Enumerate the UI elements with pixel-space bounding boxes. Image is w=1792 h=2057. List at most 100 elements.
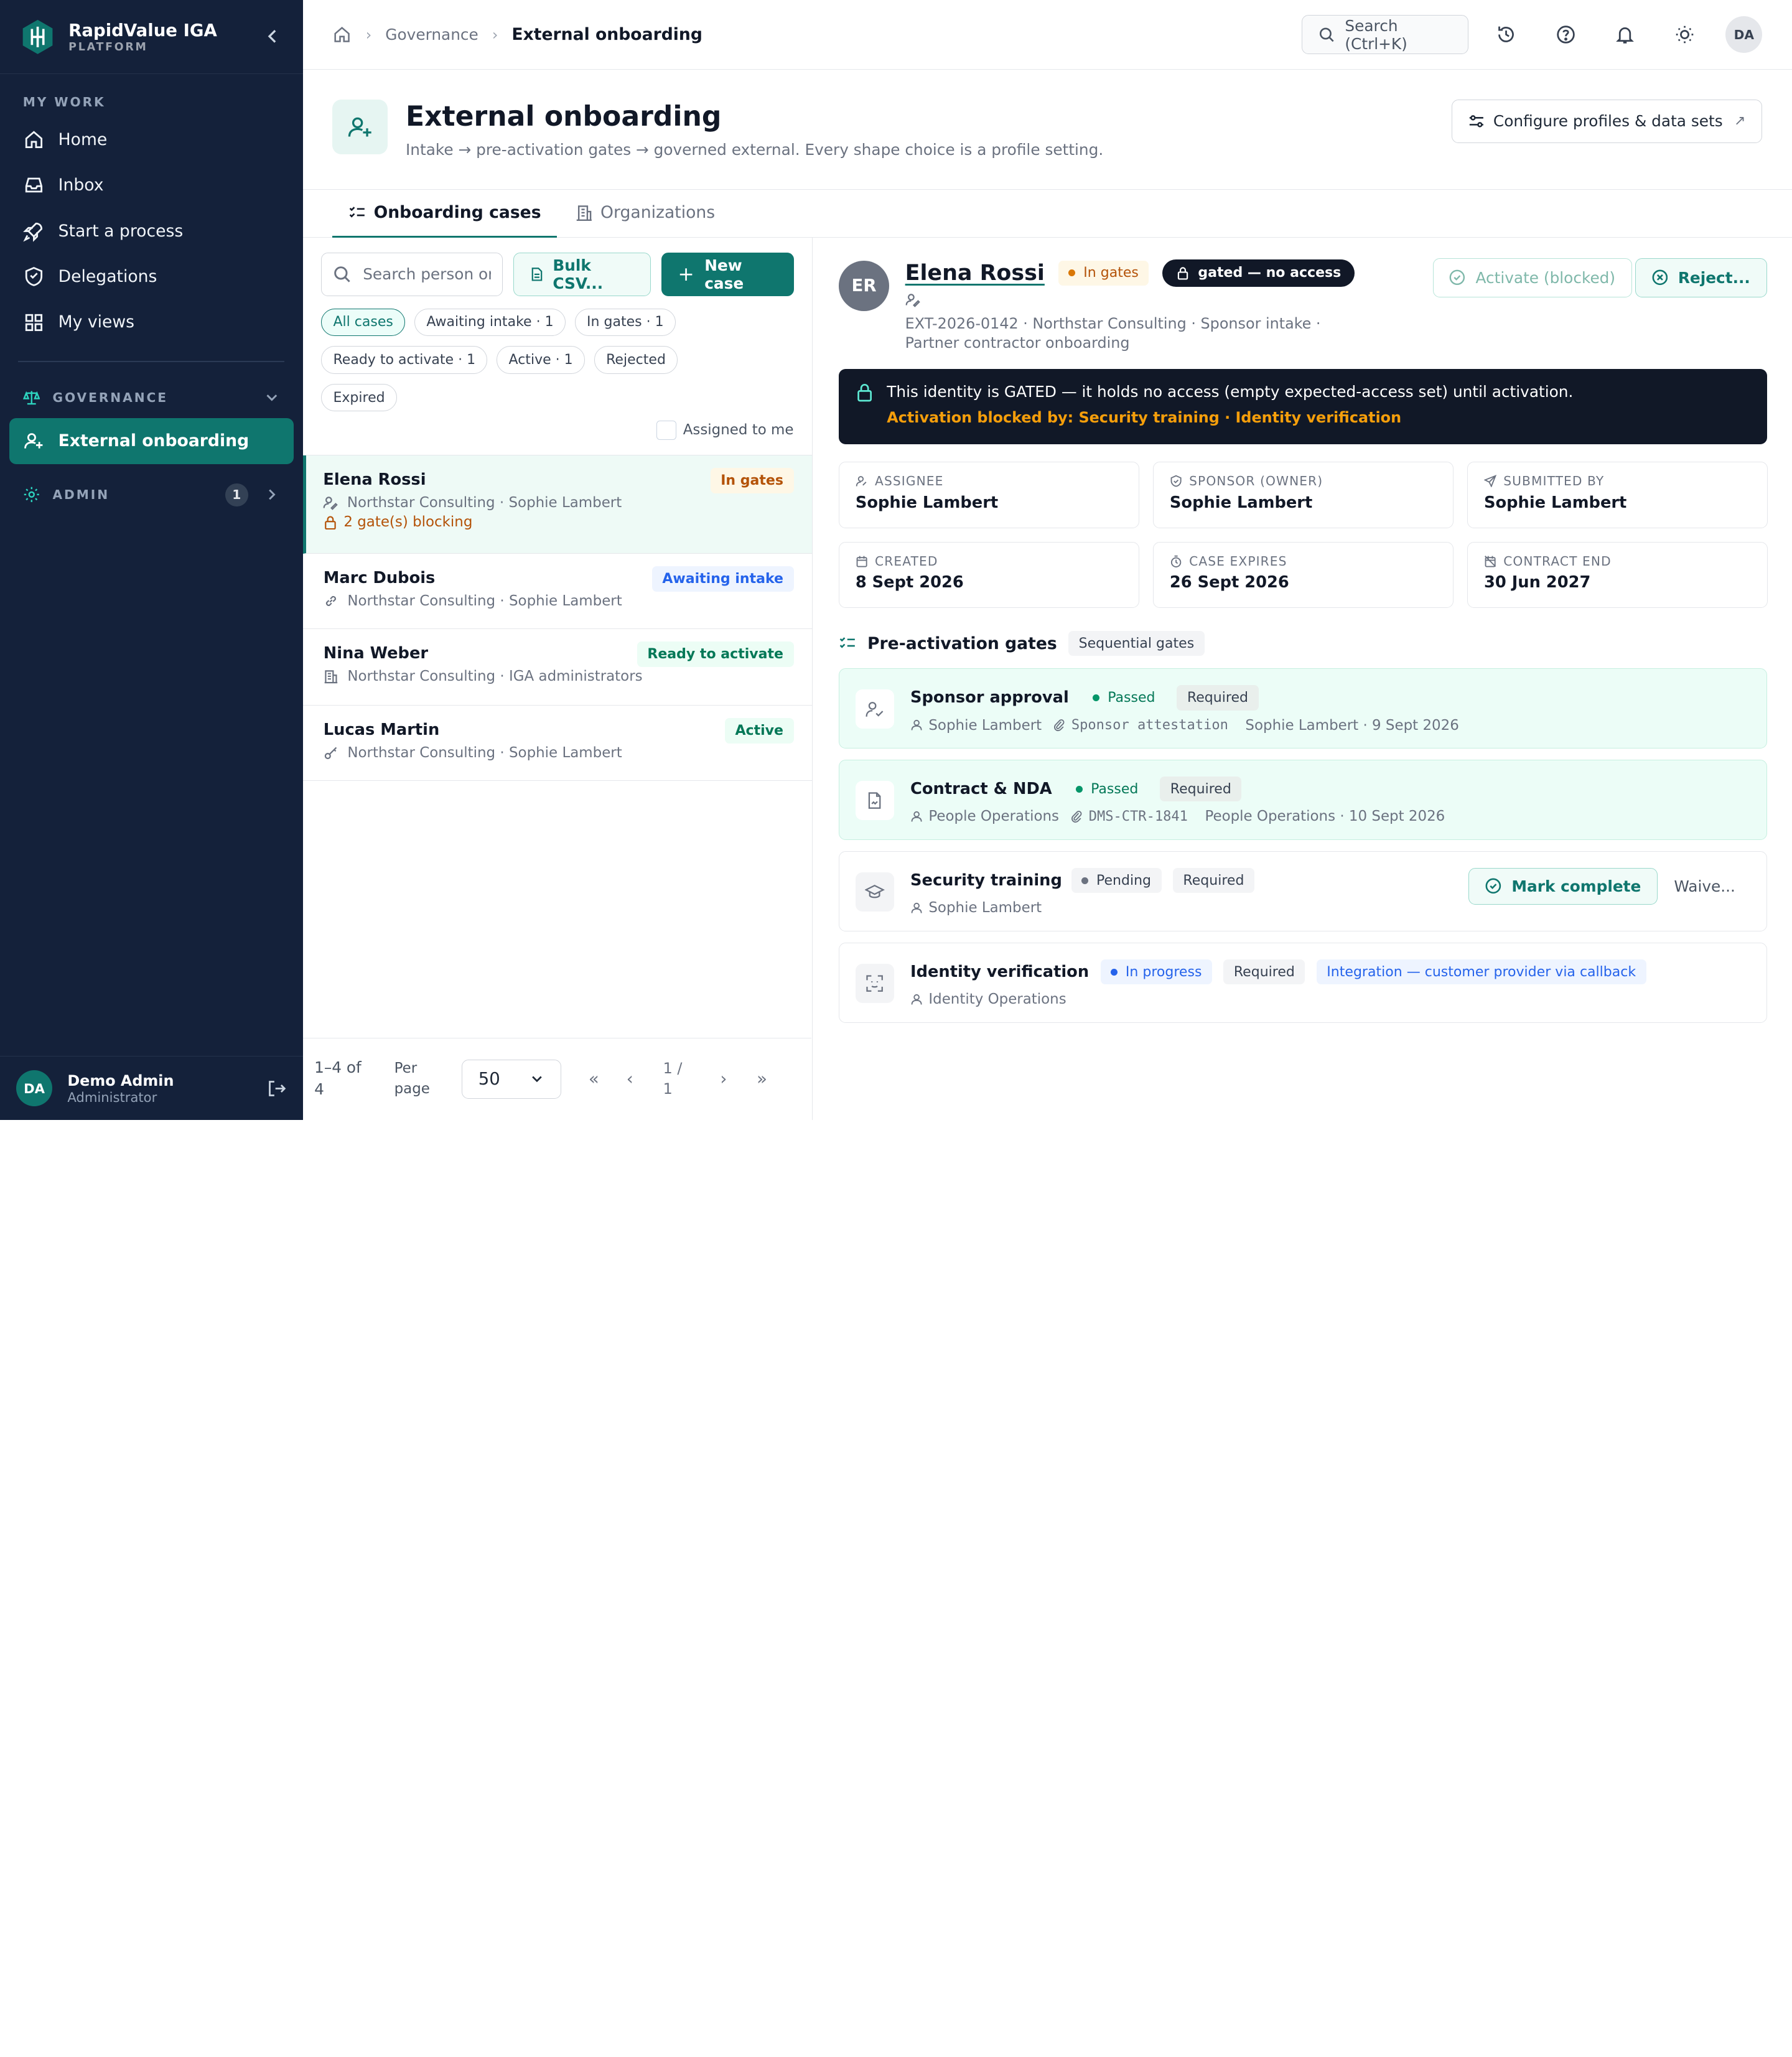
status-text: In progress	[1125, 964, 1202, 980]
bell-icon	[1616, 27, 1635, 44]
scale-icon	[22, 391, 40, 405]
case-list: Elena Rossi In gates Northstar Consultin…	[302, 454, 812, 781]
field-value: Sophie Lambert	[855, 493, 999, 512]
status-text: Pending	[1096, 872, 1152, 889]
case-list-panel: Search person or c Bulk CSV... + New cas…	[302, 238, 813, 1120]
sidebar-item-label: External onboarding	[58, 431, 250, 451]
user-sponsor-icon	[905, 294, 920, 307]
sidebar-item-home[interactable]: Home	[9, 116, 294, 162]
filter-awaiting-intake[interactable]: Awaiting intake · 1	[414, 308, 566, 336]
filter-active[interactable]: Active · 1	[497, 346, 586, 374]
list-item[interactable]: Marc Dubois Awaiting intake Northstar Co…	[302, 554, 812, 630]
status-dot	[1076, 785, 1083, 793]
user-check-icon	[866, 702, 884, 717]
sidebar-item-external-onboarding[interactable]: External onboarding	[9, 418, 294, 464]
governance-group-toggle[interactable]: GOVERNANCE	[0, 381, 303, 415]
field-value: 26 Sept 2026	[1169, 573, 1289, 592]
gate-icon	[855, 872, 895, 912]
field-value: Sophie Lambert	[1483, 493, 1627, 512]
sidebar-item-my-views[interactable]: My views	[9, 299, 294, 345]
history-button[interactable]	[1490, 19, 1522, 50]
inbox-icon	[25, 177, 42, 193]
sidebar-item-inbox[interactable]: Inbox	[9, 162, 294, 208]
bulk-csv-button[interactable]: Bulk CSV...	[513, 252, 651, 296]
sidebar-item-delegations[interactable]: Delegations	[9, 254, 294, 299]
home-icon[interactable]	[332, 25, 352, 44]
avatar: DA	[16, 1070, 53, 1107]
help-button[interactable]	[1550, 19, 1582, 50]
breadcrumb-governance[interactable]: Governance	[385, 26, 478, 44]
new-case-button[interactable]: + New case	[661, 252, 794, 296]
case-meta-text: Northstar Consulting · Sophie Lambert	[347, 745, 622, 762]
link-icon	[325, 595, 336, 606]
theme-toggle[interactable]	[1669, 19, 1701, 50]
filter-in-gates[interactable]: In gates · 1	[574, 308, 676, 336]
assigned-checkbox[interactable]	[656, 420, 676, 441]
page-range: 1–4 of 4	[314, 1058, 362, 1099]
user-icon	[911, 994, 922, 1005]
check-circle-icon	[1449, 270, 1465, 286]
list-item[interactable]: Nina Weber Ready to activate Northstar C…	[302, 629, 812, 706]
app-subtitle: PLATFORM	[68, 40, 148, 54]
admin-group-toggle[interactable]: ADMIN 1	[0, 475, 303, 514]
sidebar: RapidValue IGA PLATFORM MY WORK Home Inb…	[0, 0, 303, 1120]
case-fields: ASSIGNEE Sophie Lambert SPONSOR (OWNER) So…	[839, 462, 1768, 609]
logout-icon[interactable]	[266, 1078, 287, 1099]
filter-rejected[interactable]: Rejected	[594, 346, 678, 374]
per-page-value: 50	[478, 1069, 500, 1089]
filter-all-cases[interactable]: All cases	[321, 308, 406, 336]
chevron-left-icon[interactable]	[263, 25, 283, 48]
filter-ready-to-activate[interactable]: Ready to activate · 1	[321, 346, 488, 374]
list-item[interactable]: Lucas Martin Active Northstar Consulting…	[302, 706, 812, 781]
user-plus-icon	[24, 433, 43, 449]
shield-icon	[1170, 475, 1182, 487]
reject-button[interactable]: Reject...	[1635, 258, 1767, 297]
search-label: Search (Ctrl+K)	[1345, 16, 1407, 53]
gate-evidence[interactable]: DMS-CTR-1841	[1089, 809, 1188, 824]
user-icon	[911, 903, 922, 913]
logo-icon	[22, 19, 53, 54]
activate-button[interactable]: Activate (blocked)	[1432, 258, 1632, 297]
per-page-select[interactable]: 50	[461, 1060, 561, 1099]
configure-profiles-button[interactable]: Configure profiles & data sets ↗	[1451, 99, 1763, 143]
app-name: RapidValue IGA	[68, 20, 217, 40]
lock-icon	[325, 516, 336, 529]
field-label: CONTRACT END	[1503, 553, 1612, 569]
first-page-button[interactable]: «	[589, 1069, 599, 1089]
next-page-button[interactable]: ›	[720, 1069, 727, 1089]
chevron-right-icon	[269, 489, 276, 500]
case-search-input[interactable]: Search person or c	[321, 252, 503, 296]
history-icon	[1498, 26, 1514, 42]
person-name[interactable]: Elena Rossi	[905, 261, 1045, 286]
gate-evidence[interactable]: Sponsor attestation	[1071, 717, 1228, 733]
user-name: Demo Admin	[67, 1071, 174, 1089]
gate-name: Sponsor approval	[910, 688, 1069, 707]
sidebar-item-start-process[interactable]: Start a process	[9, 208, 294, 253]
graduation-cap-icon	[865, 884, 885, 898]
filter-expired[interactable]: Expired	[321, 384, 397, 412]
prev-page-button[interactable]: ‹	[627, 1069, 633, 1089]
governance-heading: GOVERNANCE	[52, 390, 169, 406]
gate-completed-by: Sophie Lambert · 9 Sept 2026	[1245, 717, 1459, 734]
gate-status-badge: Pending	[1071, 867, 1162, 893]
notifications-button[interactable]	[1609, 19, 1641, 50]
user-avatar-button[interactable]: DA	[1725, 16, 1763, 53]
global-search[interactable]: Search (Ctrl+K)	[1302, 15, 1469, 54]
field-value: 30 Jun 2027	[1483, 573, 1591, 592]
tab-organizations[interactable]: Organizations	[559, 190, 731, 238]
last-page-button[interactable]: »	[757, 1069, 767, 1089]
mark-complete-button[interactable]: Mark complete	[1468, 867, 1658, 905]
gate-owner: Sophie Lambert	[928, 900, 1042, 917]
waive-button[interactable]: Waive...	[1674, 877, 1735, 895]
breadcrumb-current: External onboarding	[511, 25, 702, 45]
user-plus-icon	[348, 117, 371, 137]
grid-icon	[25, 314, 42, 331]
gate-identity-verification: Identity verification In progress Requir…	[839, 943, 1767, 1023]
pagination: 1–4 of 4 Per page 50 « ‹ 1 / 1 › »	[302, 1037, 812, 1120]
tab-onboarding-cases[interactable]: Onboarding cases	[332, 190, 558, 238]
list-item[interactable]: Elena Rossi In gates Northstar Consultin…	[302, 455, 812, 554]
required-badge: Required	[1223, 959, 1305, 985]
reject-label: Reject...	[1678, 268, 1750, 287]
gate-owner: Identity Operations	[928, 991, 1066, 1008]
assigned-filter: Assigned to me	[303, 411, 812, 443]
